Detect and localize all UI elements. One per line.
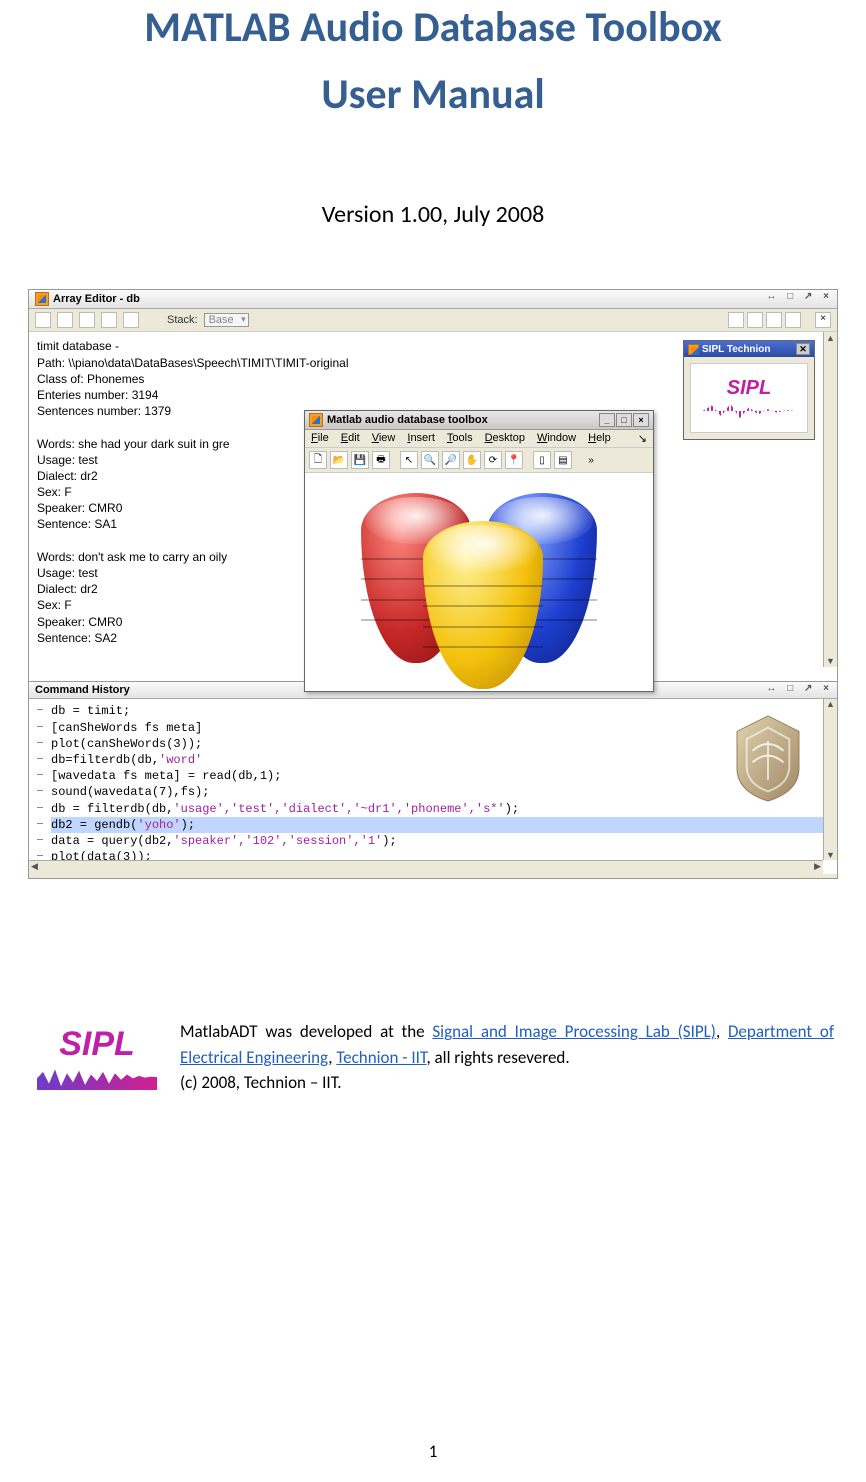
- version-label: Version 1.00, July 2008: [28, 200, 838, 229]
- vertical-scrollbar[interactable]: [823, 699, 837, 860]
- history-line[interactable]: db2 = gendb('yoho');: [51, 817, 827, 833]
- sipl-logo: SIPL: [32, 1019, 162, 1096]
- sipl-logo-text: SIPL: [59, 1025, 135, 1064]
- open-icon[interactable]: 📂: [330, 451, 348, 469]
- grid2-icon[interactable]: [747, 312, 763, 328]
- minimize-icon[interactable]: _: [599, 413, 615, 427]
- wave-icon: [703, 402, 796, 420]
- paste-icon[interactable]: [101, 312, 117, 328]
- history-line[interactable]: sound(wavedata(7),fs);: [51, 784, 827, 800]
- screenshot: Array Editor - db ↔ □ ↗ × Stack: Base × …: [28, 289, 838, 879]
- window-controls-icon[interactable]: ↔ □ ↗ ×: [766, 291, 833, 302]
- datacursor-icon[interactable]: 📍: [505, 451, 523, 469]
- grid4-icon[interactable]: [785, 312, 801, 328]
- history-line[interactable]: db = timit;: [51, 703, 827, 719]
- history-line[interactable]: db=filterdb(db,'word': [51, 752, 827, 768]
- rotate-icon[interactable]: ⟳: [484, 451, 502, 469]
- link-sipl[interactable]: Signal and Image Processing Lab (SIPL): [432, 1021, 716, 1042]
- new-icon[interactable]: 🗋: [309, 451, 327, 469]
- horizontal-scrollbar[interactable]: [29, 860, 823, 874]
- print-icon[interactable]: [123, 312, 139, 328]
- matlab-icon: [35, 292, 49, 306]
- sipl-logo-text: SIPL: [727, 377, 771, 400]
- stack-label: Stack:: [167, 314, 198, 326]
- zoom-in-icon[interactable]: 🔍: [421, 451, 439, 469]
- title-line-2: User Manual: [321, 69, 544, 120]
- colorbar-icon[interactable]: ▯: [533, 451, 551, 469]
- menu-edit[interactable]: Edit: [341, 432, 360, 445]
- array-editor-toolbar: Stack: Base ×: [29, 309, 837, 332]
- footer-text: MatlabADT was developed at the Signal an…: [180, 1019, 834, 1096]
- undock-icon[interactable]: ↘: [638, 432, 647, 445]
- footer-block: SIPL MatlabADT was developed at the Sign…: [28, 1019, 838, 1096]
- menu-insert[interactable]: Insert: [407, 432, 435, 445]
- wave-icon: [37, 1064, 157, 1090]
- copy-icon[interactable]: [79, 312, 95, 328]
- grid1-icon[interactable]: [728, 312, 744, 328]
- history-line[interactable]: [canSheWords fs meta]: [51, 720, 827, 736]
- array-editor-titlebar: Array Editor - db ↔ □ ↗ ×: [29, 290, 837, 309]
- pointer-icon[interactable]: ↖: [400, 451, 418, 469]
- menu-file[interactable]: File: [311, 432, 329, 445]
- sipl-window-body: SIPL: [690, 363, 808, 433]
- menu-help[interactable]: Help: [588, 432, 611, 445]
- zoom-out-icon[interactable]: 🔎: [442, 451, 460, 469]
- stack-select[interactable]: Base: [204, 313, 249, 327]
- history-line[interactable]: plot(canSheWords(3));: [51, 736, 827, 752]
- menu-desktop[interactable]: Desktop: [485, 432, 525, 445]
- footer-prefix: MatlabADT was developed at the: [180, 1021, 432, 1042]
- command-history-body: db = timit;[canSheWords fs meta]plot(can…: [29, 699, 837, 874]
- command-history-title: Command History: [35, 684, 130, 696]
- sipl-window: SIPL Technion ✕ SIPL: [683, 340, 815, 440]
- history-line[interactable]: [wavedata fs meta] = read(db,1);: [51, 768, 827, 784]
- page-number: 1: [0, 1441, 866, 1462]
- footer-suffix: , all rights resevered.: [426, 1047, 569, 1068]
- link-technion[interactable]: Technion - IIT: [336, 1047, 426, 1068]
- maximize-icon[interactable]: □: [616, 413, 632, 427]
- toolbar-icon[interactable]: [35, 312, 51, 328]
- figure-toolbar: 🗋 📂 💾 🖶 ↖ 🔍 🔎 ✋ ⟳ 📍 ▯ ▤ »: [305, 448, 653, 473]
- sipl-window-title: SIPL Technion: [702, 344, 771, 355]
- grid3-icon[interactable]: [766, 312, 782, 328]
- footer-copyright: (c) 2008, Technion – IIT.: [180, 1072, 342, 1093]
- close-icon[interactable]: ×: [633, 413, 649, 427]
- menu-tools[interactable]: Tools: [447, 432, 473, 445]
- menu-view[interactable]: View: [372, 432, 396, 445]
- matlab-icon: [309, 413, 323, 427]
- array-editor-title: Array Editor - db: [53, 293, 140, 305]
- close-icon[interactable]: ✕: [796, 343, 810, 355]
- figure-titlebar: Matlab audio database toolbox _ □ ×: [305, 411, 653, 430]
- figure-canvas: [305, 473, 653, 691]
- close-panel-icon[interactable]: ×: [815, 312, 831, 328]
- title-line-1: MATLAB Audio Database Toolbox: [144, 2, 721, 53]
- drum-yellow-icon: [423, 521, 543, 689]
- print-icon[interactable]: 🖶: [372, 451, 390, 469]
- figure-title: Matlab audio database toolbox: [327, 414, 488, 426]
- matlab-icon: [688, 344, 699, 355]
- window-controls-icon[interactable]: ↔ □ ↗ ×: [766, 683, 833, 694]
- technion-logo-icon: [729, 712, 807, 804]
- doc-title: MATLAB Audio Database Toolbox User Manua…: [28, 0, 838, 128]
- figure-menubar: File Edit View Insert Tools Desktop Window Help…: [305, 430, 653, 448]
- legend-icon[interactable]: ▤: [554, 451, 572, 469]
- cut-icon[interactable]: [57, 312, 73, 328]
- vertical-scrollbar[interactable]: [823, 332, 837, 667]
- sipl-window-titlebar: SIPL Technion ✕: [684, 341, 814, 357]
- figure-window: Matlab audio database toolbox _ □ × File…: [304, 410, 654, 692]
- more-icon[interactable]: »: [582, 451, 600, 469]
- history-line[interactable]: db = filterdb(db,'usage','test','dialect…: [51, 801, 827, 817]
- pan-icon[interactable]: ✋: [463, 451, 481, 469]
- history-line[interactable]: data = query(db2,'speaker','102','sessio…: [51, 833, 827, 849]
- menu-window[interactable]: Window: [537, 432, 576, 445]
- save-icon[interactable]: 💾: [351, 451, 369, 469]
